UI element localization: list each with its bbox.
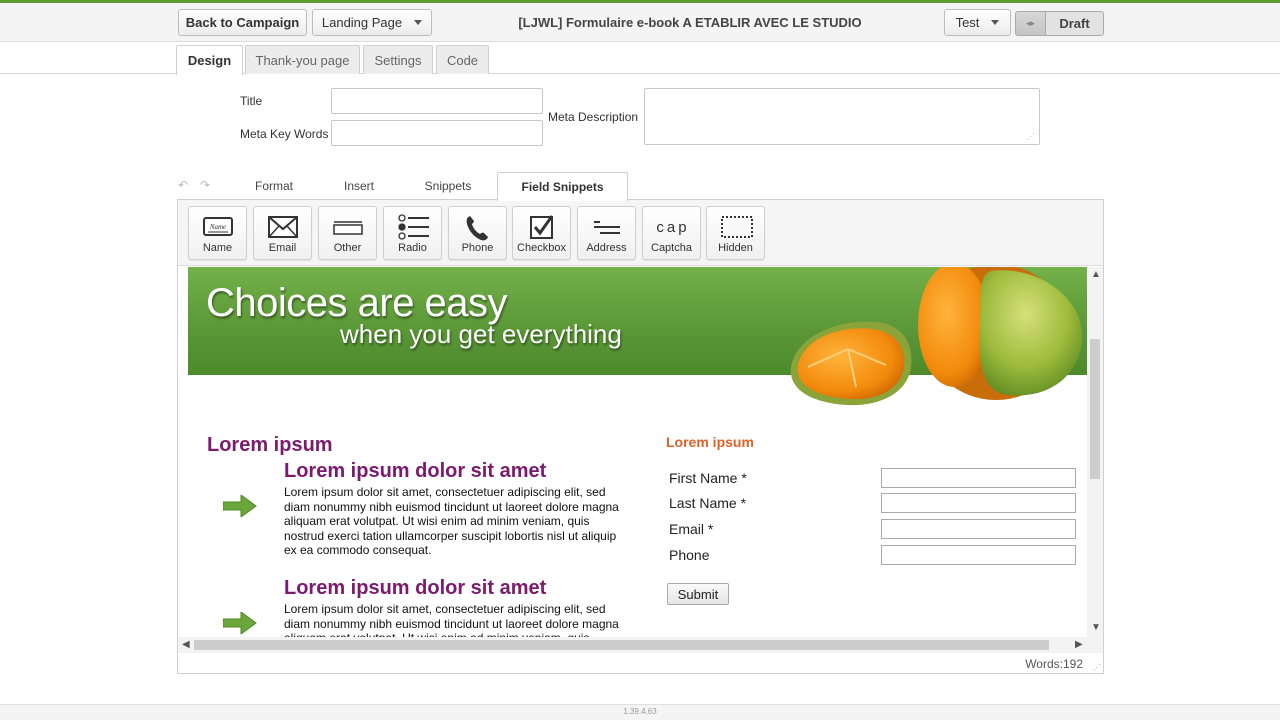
snippet-label: Name [202, 242, 233, 254]
vertical-scroll-thumb[interactable] [1090, 339, 1100, 479]
version-number: 1.39.4.63 [623, 707, 657, 716]
meta-description-textarea[interactable]: ⋰ [644, 88, 1040, 145]
snippet-label: Checkbox [517, 242, 566, 254]
status-label: Draft [1059, 16, 1090, 31]
banner-subheadline: when you get everything [340, 319, 622, 349]
envelope-icon [268, 216, 298, 238]
submit-button[interactable]: Submit [667, 583, 729, 605]
page-type-dropdown[interactable]: Landing Page [312, 9, 432, 36]
resize-grip-icon[interactable]: ⋰ [1027, 133, 1035, 141]
fruit-image [790, 267, 1083, 406]
editor-resize-grip-icon[interactable]: ⋰ [1093, 664, 1101, 672]
snippet-hidden-button[interactable]: Hidden [706, 206, 765, 260]
textbox-icon [333, 221, 363, 235]
snippet-label: Radio [398, 242, 427, 254]
snippet-name-button[interactable]: Name Name [188, 206, 247, 260]
toggle-arrows-icon: ◂▸ [1016, 12, 1046, 35]
snippet-email-button[interactable]: Email [253, 206, 312, 260]
test-dropdown[interactable]: Test [944, 9, 1011, 36]
top-toolbar: Back to Campaign Landing Page [LJWL] For… [0, 3, 1280, 42]
captcha-icon: cap [657, 219, 689, 236]
scroll-down-icon[interactable]: ▼ [1091, 623, 1101, 633]
feature-text: Lorem ipsum dolor sit amet, consectetuer… [284, 485, 619, 557]
phone-input[interactable] [881, 545, 1076, 565]
radio-list-icon [398, 214, 429, 240]
editor-tab-snippets[interactable]: Snippets [412, 172, 484, 200]
page-footer: 1.39.4.63 [0, 704, 1280, 720]
left-section-title: Lorem ipsum [207, 434, 333, 456]
page-editor: Name Name Email Other Radio Phone Checkb… [177, 199, 1104, 674]
horizontal-scroll-thumb[interactable] [194, 640, 1049, 650]
meta-keywords-label: Meta Key Words [240, 127, 329, 141]
last-name-label: Last Name * [669, 495, 747, 511]
phone-label: Phone [669, 547, 710, 563]
redo-icon[interactable]: ↷ [200, 178, 210, 192]
snippet-address-button[interactable]: Address [577, 206, 636, 260]
tab-design[interactable]: Design [176, 45, 243, 75]
email-input[interactable] [881, 519, 1076, 539]
snippet-label: Address [586, 242, 627, 254]
scroll-right-icon[interactable]: ▶ [1075, 640, 1083, 650]
name-icon: Name [203, 217, 233, 236]
scroll-up-icon[interactable]: ▲ [1091, 270, 1101, 280]
field-snippets-toolbar: Name Name Email Other Radio Phone Checkb… [178, 200, 1103, 266]
last-name-input[interactable] [881, 493, 1076, 513]
snippet-other-button[interactable]: Other [318, 206, 377, 260]
svg-text:Name: Name [209, 223, 226, 231]
word-count: Words:192 [1025, 657, 1083, 671]
editor-tab-field-snippets[interactable]: Field Snippets [497, 172, 628, 201]
snippet-phone-button[interactable]: Phone [448, 206, 507, 260]
back-to-campaign-button[interactable]: Back to Campaign [178, 9, 307, 36]
hidden-field-icon [721, 216, 753, 238]
title-label: Title [240, 94, 263, 108]
snippet-radio-button[interactable]: Radio [383, 206, 442, 260]
feature-title: Lorem ipsum dolor sit amet [284, 577, 547, 599]
feature-text: Lorem ipsum dolor sit amet, consectetuer… [284, 602, 619, 637]
email-label: Email * [669, 521, 714, 537]
svg-text:cap: cap [657, 219, 689, 236]
first-name-input[interactable] [881, 468, 1076, 488]
form-title: Lorem ipsum [666, 434, 754, 450]
green-arrow-icon [223, 612, 257, 634]
snippet-captcha-button[interactable]: cap Captcha [642, 206, 701, 260]
tab-code[interactable]: Code [436, 45, 489, 74]
test-label: Test [955, 15, 980, 30]
tab-thank-you-page[interactable]: Thank-you page [245, 45, 360, 74]
chevron-down-icon [991, 20, 1000, 25]
scroll-left-icon[interactable]: ◀ [182, 640, 190, 650]
vertical-scrollbar[interactable]: ▲ ▼ [1087, 267, 1103, 637]
feature-title: Lorem ipsum dolor sit amet [284, 460, 547, 482]
title-input[interactable] [331, 88, 543, 114]
snippet-label: Email [268, 242, 297, 254]
snippet-label: Other [333, 242, 362, 254]
first-name-label: First Name * [669, 470, 747, 486]
snippet-label: Captcha [651, 242, 692, 254]
meta-description-label: Meta Description [548, 110, 639, 124]
checkbox-icon [530, 215, 554, 239]
phone-icon [466, 216, 488, 241]
snippet-checkbox-button[interactable]: Checkbox [512, 206, 571, 260]
editor-tab-insert[interactable]: Insert [327, 172, 391, 200]
draft-toggle[interactable]: ◂▸ Draft [1015, 11, 1104, 36]
chevron-down-icon [414, 20, 423, 25]
page-type-label: Landing Page [321, 15, 403, 30]
page-title: [LJWL] Formulaire e-book A ETABLIR AVEC … [518, 15, 862, 30]
snippet-label: Hidden [718, 242, 753, 254]
green-arrow-icon [223, 495, 257, 517]
undo-icon[interactable]: ↶ [178, 178, 188, 192]
editor-canvas[interactable]: Choices are easy when you get everything [186, 267, 1087, 637]
snippet-label: Phone [461, 242, 494, 254]
address-icon [594, 221, 620, 234]
horizontal-scrollbar[interactable]: ◀ ▶ [178, 637, 1103, 653]
meta-keywords-input[interactable] [331, 120, 543, 146]
editor-tab-format[interactable]: Format [238, 172, 310, 200]
tab-settings[interactable]: Settings [363, 45, 433, 74]
